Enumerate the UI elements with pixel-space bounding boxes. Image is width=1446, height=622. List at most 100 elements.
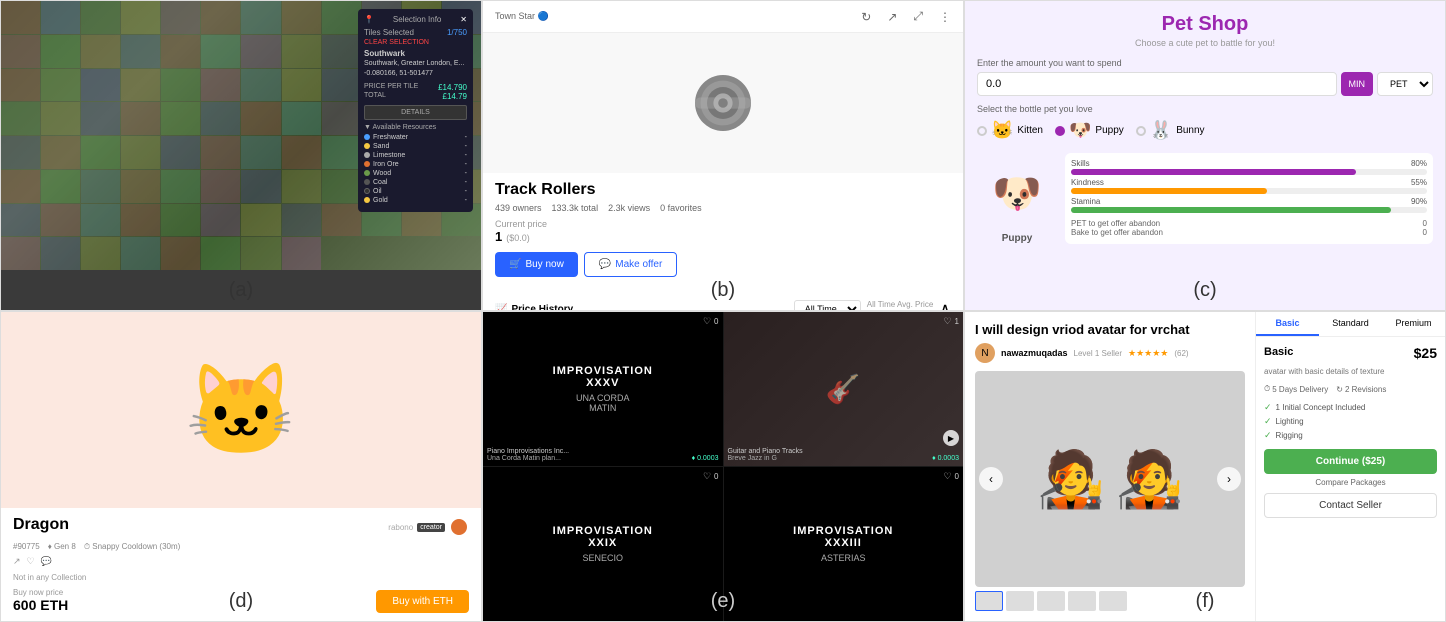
music-meta-2: Guitar and Piano Tracks Breve Jazz in G … <box>728 448 960 462</box>
bunny-radio[interactable] <box>1136 126 1146 136</box>
puppy-radio[interactable] <box>1055 126 1065 136</box>
puppy-option[interactable]: 🐶 Puppy <box>1055 120 1124 141</box>
location-name: Southwark Southwark, Greater London, E..… <box>364 48 467 79</box>
compare-packages-link[interactable]: Compare Packages <box>1264 478 1437 487</box>
prev-button[interactable]: ‹ <box>979 467 1003 491</box>
heart-action[interactable]: ♡ <box>27 556 35 567</box>
delivery-info: ⏱ 5 Days Delivery <box>1264 384 1328 394</box>
bunny-option[interactable]: 🐰 Bunny <box>1136 120 1205 141</box>
time-filter-dropdown[interactable]: All Time <box>794 300 861 311</box>
map-cell <box>241 69 280 102</box>
map-cell <box>201 170 240 203</box>
resources-title: ▼ Available Resources <box>364 124 467 131</box>
thumb-4[interactable] <box>1068 591 1096 611</box>
music-card-4: IMPROVISATION XXXIII ASTERIAS ♡ 0 <box>724 467 964 621</box>
refresh-icon[interactable]: ↻ <box>861 10 871 24</box>
amount-input[interactable] <box>977 72 1337 96</box>
title-price-1: Una Corda Matin plan... ♦ 0.0003 <box>487 455 719 462</box>
kitten-option[interactable]: 🐱 Kitten <box>977 120 1043 141</box>
kindness-label: Kindness <box>1071 178 1104 187</box>
avatar-sidebar: Basic Standard Premium Basic $25 avatar … <box>1255 312 1445 621</box>
collapse-icon[interactable]: ∧ <box>939 299 951 311</box>
map-cell <box>41 170 80 203</box>
chart-icon: 📈 <box>495 304 507 312</box>
abandon-info: PET to get offer abandon 0 Bake to get o… <box>1071 219 1427 237</box>
share-action[interactable]: ↗ <box>13 556 21 567</box>
heart-icon-3[interactable]: ♡ <box>703 471 711 482</box>
map-cell <box>161 102 200 135</box>
panel-e-label: (e) <box>711 590 735 613</box>
select-pet-label: Select the bottle pet you love <box>977 104 1433 114</box>
avatar-characters: 🧑‍🎤 🧑‍🎤 <box>1037 447 1184 512</box>
map-cell <box>161 69 200 102</box>
map-cell <box>201 1 240 34</box>
map-cell <box>241 35 280 68</box>
product-image-area <box>483 33 963 173</box>
product-info: Track Rollers 439 owners 133.3k total 2.… <box>483 173 963 293</box>
collection-label: Not in any Collection <box>13 573 469 582</box>
tab-premium[interactable]: Premium <box>1382 312 1445 336</box>
kitten-radio[interactable] <box>977 126 987 136</box>
map-cell <box>241 136 280 169</box>
address-text: Southwark, Greater London, E... <box>364 59 467 69</box>
heart-icon-4[interactable]: ♡ <box>943 471 951 482</box>
buy-now-button[interactable]: 🛒 Buy now <box>495 252 578 277</box>
stamina-label: Stamina <box>1071 197 1100 206</box>
avatar-showcase: 🧑‍🎤 🧑‍🎤 ‹ › <box>975 371 1245 587</box>
skills-stat: Skills 80% <box>1071 159 1427 175</box>
map-cell <box>121 204 160 237</box>
kindness-value: 55% <box>1411 178 1427 187</box>
pet-type-dropdown[interactable]: PET <box>1377 72 1433 96</box>
contact-seller-button[interactable]: Contact Seller <box>1264 493 1437 518</box>
min-button[interactable]: MIN <box>1341 72 1374 96</box>
music-meta-1: Piano Improvisations Inc... Una Corda Ma… <box>487 448 719 462</box>
buy-with-eth-button[interactable]: Buy with ETH <box>376 590 469 613</box>
title-price-2: Breve Jazz in G ♦ 0.0003 <box>728 455 960 462</box>
next-button[interactable]: › <box>1217 467 1241 491</box>
share-icon[interactable]: ⤢ <box>913 9 923 24</box>
seller-name[interactable]: nawazmuqadas <box>1001 348 1068 358</box>
more-icon[interactable]: ⋮ <box>939 10 951 24</box>
map-cell <box>282 204 321 237</box>
price-section: Current price 1 ($0.0) <box>495 219 951 244</box>
map-cell <box>121 69 160 102</box>
music-card-1: IMPROVISATION XXXV UNA CORDA MATIN ♡ 0 P… <box>483 312 723 466</box>
track-title-1: Una Corda Matin plan... <box>487 455 561 462</box>
map-cell <box>161 204 200 237</box>
tab-basic[interactable]: Basic <box>1256 312 1319 336</box>
thumb-2[interactable] <box>1006 591 1034 611</box>
current-price-label: Current price <box>495 219 547 229</box>
amount-input-row: MIN PET <box>977 72 1433 96</box>
map-cell <box>241 170 280 203</box>
thumb-5[interactable] <box>1099 591 1127 611</box>
resource-sand: Sand- <box>364 143 467 150</box>
map-cell <box>121 102 160 135</box>
map-cell <box>41 136 80 169</box>
continue-button[interactable]: Continue ($25) <box>1264 449 1437 474</box>
make-offer-button[interactable]: 💬 Make offer <box>584 252 678 277</box>
track-price-1: ♦ 0.0003 <box>692 455 719 462</box>
music-title-3: IMPROVISATION <box>553 525 653 537</box>
map-cell <box>282 1 321 34</box>
location-text: Southwark <box>364 48 467 59</box>
external-link-icon[interactable]: ↗ <box>887 10 897 24</box>
heart-icon-1[interactable]: ♡ <box>703 316 711 327</box>
map-cell <box>81 204 120 237</box>
play-btn[interactable]: ▶ <box>943 430 959 446</box>
panel-b: Town Star 🔵 ↻ ↗ ⤢ ⋮ Track Rollers 439 ow… <box>482 0 964 311</box>
total-row: TOTAL £14.79 <box>364 92 467 101</box>
product-title: Track Rollers <box>495 181 951 199</box>
details-button[interactable]: DETAILS <box>364 105 467 120</box>
clear-selection-btn[interactable]: CLEAR SELECTION <box>364 39 467 46</box>
seller-row: N nawazmuqadas Level 1 Seller ★★★★★ (62) <box>975 343 1245 363</box>
like-count-2: 1 <box>955 317 959 326</box>
thumb-1[interactable] <box>975 591 1003 611</box>
tab-standard[interactable]: Standard <box>1319 312 1382 336</box>
thumb-3[interactable] <box>1037 591 1065 611</box>
close-icon[interactable]: ✕ <box>460 15 467 24</box>
heart-icon-2[interactable]: ♡ <box>943 316 951 327</box>
price-sub: ($0.0) <box>506 233 530 243</box>
comment-action[interactable]: 💬 <box>41 556 52 567</box>
map-cell <box>121 1 160 34</box>
nft-gen: ♦ Gen 8 <box>48 542 76 552</box>
